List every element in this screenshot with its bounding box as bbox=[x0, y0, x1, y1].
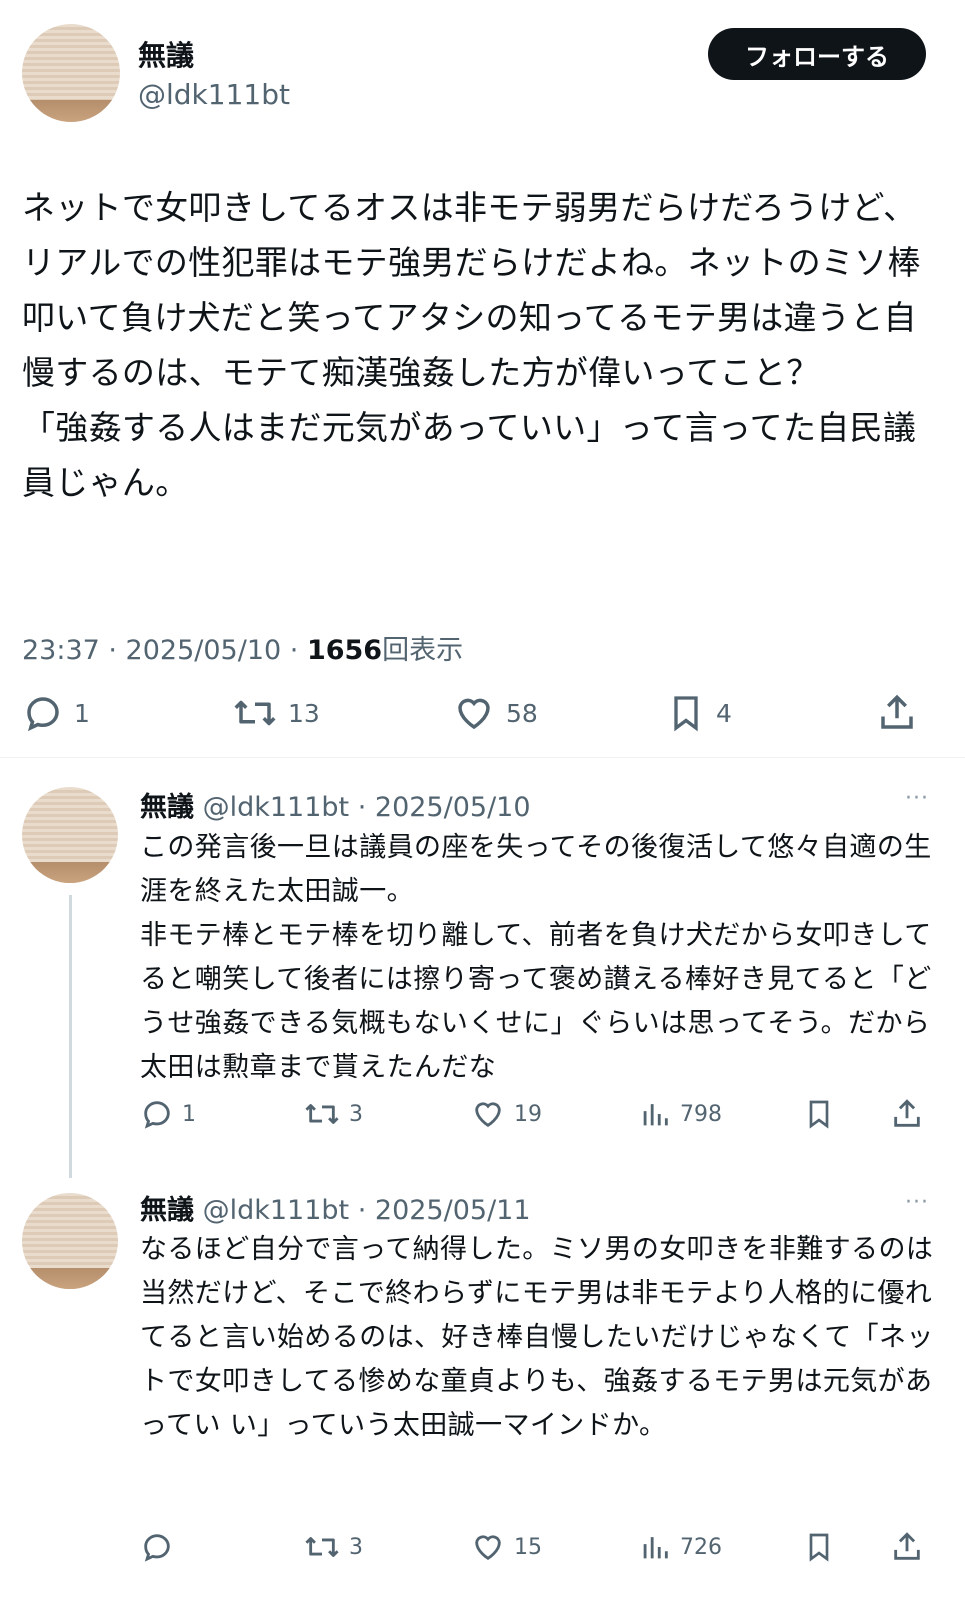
reply-icon bbox=[27, 697, 59, 732]
divider bbox=[0, 757, 965, 758]
heart-icon bbox=[475, 1535, 501, 1561]
like-count: 19 bbox=[514, 1101, 542, 1127]
author-name[interactable]: 無議 bbox=[138, 34, 194, 74]
follow-button[interactable]: フォローする bbox=[708, 28, 926, 80]
reply-reply-button[interactable] bbox=[140, 1530, 174, 1564]
like-button[interactable]: 58 bbox=[452, 692, 538, 734]
share-icon bbox=[894, 1099, 920, 1127]
like-count: 58 bbox=[506, 698, 538, 728]
tweet-meta: 23:37 · 2025/05/10 · 1656回表示 bbox=[22, 628, 463, 667]
reply-share-button[interactable] bbox=[890, 1097, 924, 1131]
reply-avatar[interactable] bbox=[22, 787, 118, 883]
view-count: 726 bbox=[680, 1534, 722, 1560]
reply-count: 1 bbox=[74, 698, 90, 728]
reply-author-name[interactable]: 無議 bbox=[140, 1195, 194, 1226]
reply-text: なるほど自分で言って納得した。ミソ男の女叩きを非難するのは当然だけど、そこで終わ… bbox=[140, 1234, 934, 1441]
reply-header: 無議 @ldk111bt · 2025/05/11 bbox=[140, 1188, 531, 1227]
avatar[interactable] bbox=[22, 24, 120, 122]
reply-reply-button[interactable]: 1 bbox=[140, 1097, 196, 1131]
reply-share-button[interactable] bbox=[890, 1530, 924, 1564]
retweet-count: 3 bbox=[349, 1534, 363, 1560]
more-icon[interactable]: ··· bbox=[905, 786, 929, 811]
share-icon bbox=[881, 694, 913, 729]
reply-avatar[interactable] bbox=[22, 1193, 118, 1289]
retweet-icon bbox=[305, 1104, 339, 1124]
reply-handle[interactable]: @ldk111bt bbox=[203, 1195, 350, 1226]
reply-views-button[interactable]: 798 bbox=[638, 1097, 722, 1131]
reply-bookmark-button[interactable] bbox=[803, 1097, 835, 1131]
reply-bookmark-button[interactable] bbox=[803, 1530, 835, 1564]
thread-line bbox=[69, 895, 72, 1178]
share-button[interactable] bbox=[876, 692, 918, 734]
reply-retweet-button[interactable]: 3 bbox=[303, 1097, 363, 1131]
tweet-text: ネットで女叩きしてるオスは非モテ弱男だらけだろうけど、リアルでの性犯罪はモテ強男… bbox=[22, 188, 921, 502]
reply-retweet-button[interactable]: 3 bbox=[303, 1530, 363, 1564]
reply-icon bbox=[144, 1534, 170, 1562]
view-count: 798 bbox=[680, 1101, 722, 1127]
reply-author-name[interactable]: 無議 bbox=[140, 792, 194, 823]
view-label: 回表示 bbox=[382, 635, 464, 666]
reply-header: 無議 @ldk111bt · 2025/05/10 bbox=[140, 785, 531, 824]
bookmark-button[interactable]: 4 bbox=[666, 692, 732, 734]
bookmark-icon bbox=[809, 1533, 829, 1562]
reply-views-button[interactable]: 726 bbox=[638, 1530, 722, 1564]
reply-date[interactable]: · 2025/05/11 bbox=[358, 1195, 531, 1226]
retweet-count: 3 bbox=[349, 1101, 363, 1127]
retweet-icon bbox=[234, 700, 276, 726]
reply-handle[interactable]: @ldk111bt bbox=[203, 792, 350, 823]
reply-count: 1 bbox=[182, 1101, 196, 1127]
share-icon bbox=[894, 1532, 920, 1560]
bookmark-icon bbox=[674, 696, 698, 732]
heart-icon bbox=[458, 698, 490, 730]
author-handle[interactable]: @ldk111bt bbox=[138, 78, 290, 111]
view-count: 1656 bbox=[306, 635, 383, 666]
retweet-icon bbox=[305, 1537, 339, 1557]
heart-icon bbox=[475, 1102, 501, 1128]
views-icon bbox=[643, 1104, 668, 1126]
bookmark-count: 4 bbox=[716, 698, 732, 728]
retweet-button[interactable]: 13 bbox=[232, 692, 320, 734]
reply-like-button[interactable]: 15 bbox=[470, 1530, 542, 1564]
reply-text: この発言後一旦は議員の座を失ってその後復活して悠々自適の生涯を終えた太田誠一。 … bbox=[140, 832, 932, 1083]
reply-like-button[interactable]: 19 bbox=[470, 1097, 542, 1131]
reply-date[interactable]: · 2025/05/10 bbox=[358, 792, 531, 823]
views-icon bbox=[643, 1537, 668, 1559]
reply-icon bbox=[144, 1101, 170, 1129]
retweet-count: 13 bbox=[288, 698, 320, 728]
like-count: 15 bbox=[514, 1534, 542, 1560]
more-icon[interactable]: ··· bbox=[905, 1190, 929, 1215]
tweet-time: 23:37 · 2025/05/10 · bbox=[22, 635, 307, 666]
reply-button[interactable]: 1 bbox=[22, 692, 90, 734]
bookmark-icon bbox=[809, 1100, 829, 1129]
